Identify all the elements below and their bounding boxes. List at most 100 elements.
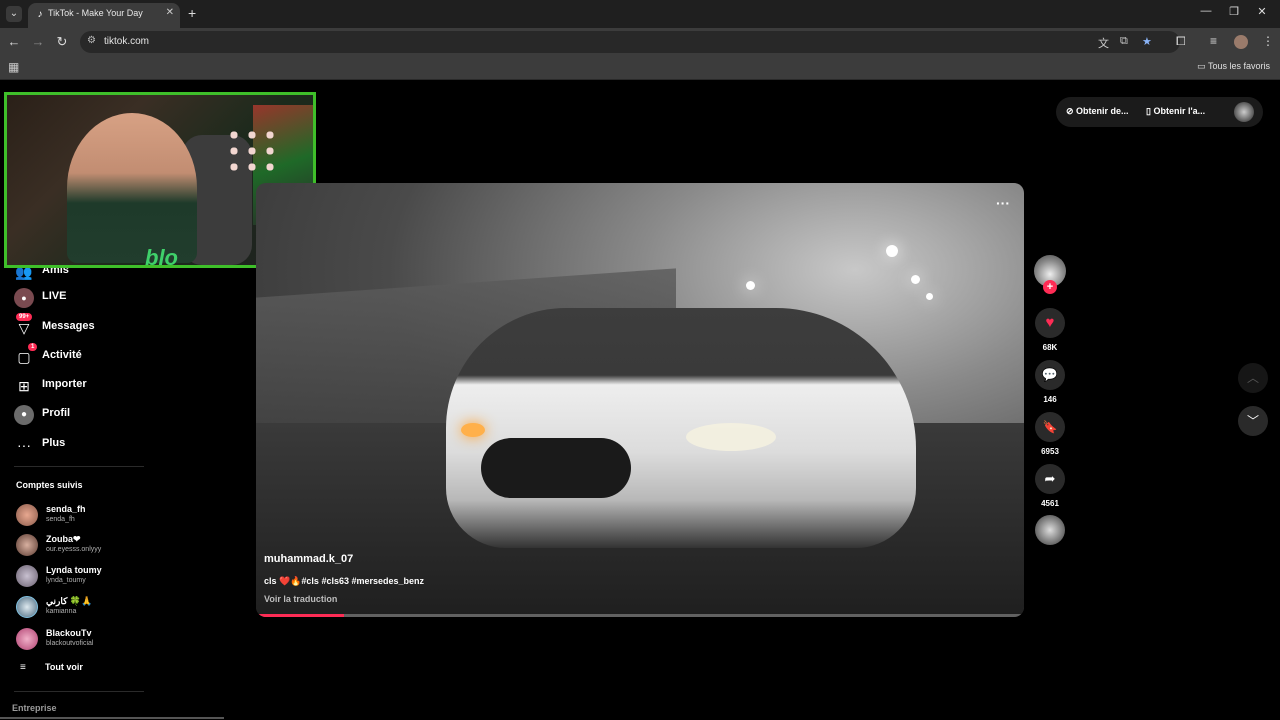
upload-icon: ⊞ [18,378,30,394]
more-options-icon[interactable]: ··· [996,195,1010,211]
video-car [446,308,916,548]
video-light [926,293,933,300]
following-account[interactable]: كارني 🍀🙏 kamianna [16,594,216,622]
footer-company-link[interactable]: Entreprise [12,703,57,713]
webcam-person [67,113,197,263]
live-icon: ● [14,288,34,308]
user-avatar[interactable] [1234,102,1254,122]
get-app-label: Obtenir l'a... [1153,106,1206,116]
video-light [886,245,898,257]
tab-close-icon[interactable]: ✕ [166,7,174,18]
messages-badge: 99+ [16,313,33,321]
profile-avatar-icon[interactable] [1234,35,1248,49]
close-window-button[interactable]: ✕ [1252,5,1272,18]
reload-button[interactable]: ↻ [54,34,70,50]
sidebar-item-profile[interactable]: ● Profil [14,403,214,427]
video-light [746,281,755,290]
comments-count: 146 [1043,395,1057,404]
video-car-indicator [461,423,485,437]
get-desktop-app-button[interactable]: ⊘ Obtenir de... [1066,106,1129,117]
sidebar-item-label: Plus [42,437,66,449]
video-player[interactable]: ··· muhammad.k_07 cls ❤️🔥#cls #cls63 #me… [256,183,1024,617]
video-progress-bar[interactable] [256,614,1024,617]
install-app-icon[interactable]: ⧉ [1120,35,1128,48]
minimize-button[interactable]: — [1196,5,1216,17]
account-handle: blackoutvoficial [46,640,94,647]
account-handle: senda_fh [46,516,75,523]
new-tab-button[interactable]: + [188,5,196,21]
compass-icon: ⊘ [1066,106,1077,116]
apps-grid-icon[interactable]: ▦ [8,60,19,74]
video-author[interactable]: muhammad.k_07 [264,553,353,565]
tiktok-page: 👥 Amis ● LIVE ▽ 99+ Messages ▢ 1 Activit… [0,80,1280,720]
account-name: Zouba❤ [46,534,81,544]
avatar [16,504,38,526]
tab-list-button[interactable]: ⌄ [6,6,22,22]
activity-badge: 1 [28,343,38,351]
url-text: tiktok.com [104,36,150,47]
back-button[interactable]: ← [6,34,22,50]
account-name: Lynda toumy [46,565,102,575]
sidebar-item-label: Messages [42,320,95,332]
share-button[interactable]: ➦ [1035,464,1065,494]
saves-count: 6953 [1041,447,1059,456]
following-account[interactable]: Lynda toumy lynda_toumy [16,563,216,591]
browser-menu-icon[interactable]: ⋮ [1262,34,1274,48]
media-controls-icon[interactable]: ≡ [1210,34,1217,48]
extensions-icon[interactable]: ⧠ [1176,34,1186,49]
sidebar-item-messages[interactable]: ▽ 99+ Messages [14,313,214,340]
account-handle: lynda_toumy [46,577,86,584]
see-translation-link[interactable]: Voir la traduction [264,594,337,604]
forward-button[interactable]: → [30,34,46,50]
see-all-link[interactable]: ≡ Tout voir [16,660,216,688]
account-handle: kamianna [46,608,77,615]
bookmark-folder[interactable]: ▭ Tous les favoris [1197,61,1270,72]
like-button[interactable]: ♥ [1035,308,1065,338]
avatar [16,596,38,618]
account-name: كارني 🍀🙏 [46,596,93,606]
site-info-icon[interactable]: ⚙ [87,35,96,46]
tab-title: TikTok - Make Your Day [48,8,143,18]
browser-tab-bar: ⌄ ♪ TikTok - Make Your Day ✕ + — ❐ ✕ [0,0,1280,28]
following-title: Comptes suivis [16,480,83,490]
webcam-logo: blo [145,245,178,268]
get-desktop-label: Obtenir de... [1076,106,1129,116]
following-account[interactable]: BlackouTv blackoutvoficial [16,626,216,654]
video-car-headlight [686,423,776,451]
avatar [16,628,38,650]
sidebar-divider [14,466,144,467]
sidebar-item-live[interactable]: ● LIVE [14,286,214,310]
following-account[interactable]: Zouba❤ our.eyesss.onlyyy [16,532,216,560]
music-disc-icon[interactable] [1035,515,1065,545]
browser-tab[interactable]: ♪ TikTok - Make Your Day ✕ [28,3,180,28]
account-name: BlackouTv [46,628,92,638]
avatar [16,534,38,556]
account-name: senda_fh [46,504,86,514]
webcam-hex-lights [225,127,279,177]
comment-button[interactable]: 💬 [1035,360,1065,390]
more-icon: ··· [17,437,31,453]
shares-count: 4561 [1041,499,1059,508]
folder-icon: ▭ [1197,61,1208,71]
translate-icon[interactable]: 文 [1098,35,1109,51]
follow-plus-icon[interactable]: + [1043,280,1057,294]
previous-video-button[interactable]: ︿ [1238,363,1268,393]
sidebar-item-label: LIVE [42,290,67,302]
browser-toolbar: ← → ↻ ⚙ tiktok.com 文 ⧉ ★ ⧠ ≡ ⋮ [0,28,1280,56]
save-button[interactable]: 🔖 [1035,412,1065,442]
account-handle: our.eyesss.onlyyy [46,546,102,553]
sidebar-scrollbar[interactable] [0,717,224,719]
profile-icon: ● [14,405,34,425]
video-caption[interactable]: cls ❤️🔥#cls #cls63 #mersedes_benz [264,576,424,587]
get-mobile-app-button[interactable]: ▯ Obtenir l'a... [1146,106,1205,117]
following-account[interactable]: senda_fh senda_fh [16,502,216,530]
sidebar-item-label: Importer [42,378,87,390]
sidebar-item-activity[interactable]: ▢ 1 Activité [14,343,214,369]
bookmark-star-icon[interactable]: ★ [1142,35,1152,48]
list-icon: ≡ [20,662,26,673]
sidebar-item-upload[interactable]: ⊞ Importer [14,374,214,398]
sidebar-item-more[interactable]: ··· Plus [14,433,214,457]
restore-button[interactable]: ❐ [1224,5,1244,18]
address-bar[interactable]: ⚙ tiktok.com 文 ⧉ ★ [80,31,1180,53]
next-video-button[interactable]: ﹀ [1238,406,1268,436]
